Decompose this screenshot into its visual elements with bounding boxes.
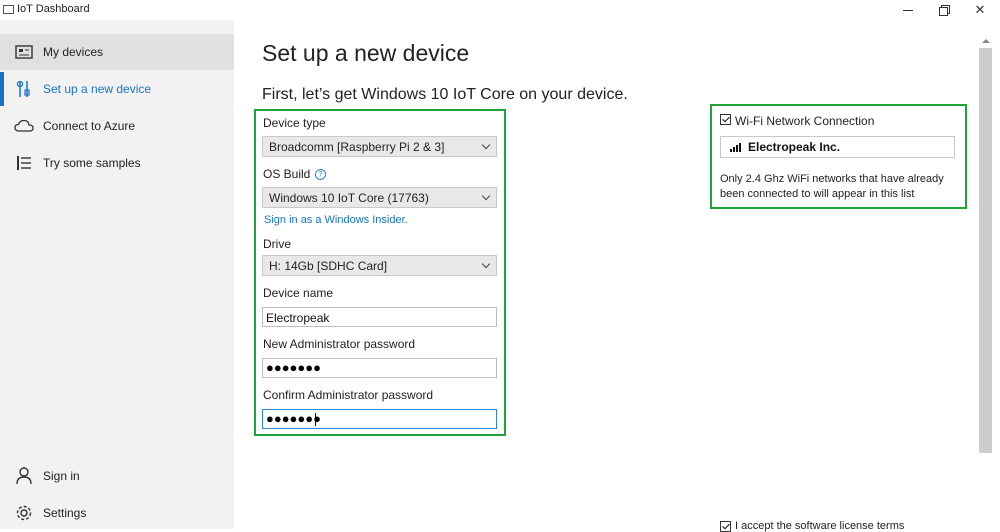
confirm-password-input[interactable]: ●●●●●●● [262,409,497,429]
chevron-down-icon [481,140,491,150]
drive-label: Drive [263,237,292,251]
sidebar: My devices Set up a new device Connect t… [0,20,234,529]
app-icon [3,5,14,14]
wifi-checkbox-label: Wi-Fi Network Connection [735,114,875,128]
person-icon [14,466,34,486]
list-icon [14,153,34,173]
license-label: I accept the software license terms [735,520,905,532]
vertical-scrollbar[interactable] [979,36,993,529]
sidebar-item-label: Set up a new device [43,82,152,96]
scroll-thumb[interactable] [979,48,992,453]
restore-icon [939,5,950,16]
chevron-down-icon [481,259,491,269]
sidebar-item-my-devices[interactable]: My devices [0,34,234,70]
new-password-label: New Administrator password [263,337,416,351]
chevron-down-icon [481,191,491,201]
cloud-icon [14,116,34,136]
checkmark-icon [722,114,730,123]
wifi-network-name: Electropeak Inc. [748,140,841,154]
select-value: Windows 10 IoT Core (17763) [269,191,429,205]
wifi-checkbox[interactable] [720,114,731,125]
password-mask: ●●●●●●● [266,411,321,426]
drive-select[interactable]: H: 14Gb [SDHC Card] [262,255,497,276]
windows-insider-link[interactable]: Sign in as a Windows Insider. [264,214,408,226]
os-build-label: OS Build [263,167,311,181]
input-value: Electropeak [266,311,330,325]
device-name-input[interactable]: Electropeak [262,307,497,327]
select-value: H: 14Gb [SDHC Card] [269,259,388,273]
sidebar-item-setup[interactable]: Set up a new device [0,71,234,107]
os-build-select[interactable]: Windows 10 IoT Core (17763) [262,187,497,208]
sidebar-item-sign-in[interactable]: Sign in [0,458,234,494]
sidebar-item-label: Connect to Azure [43,119,136,133]
password-mask: ●●●●●●● [266,360,321,375]
select-value: Broadcomm [Raspberry Pi 2 & 3] [269,140,445,154]
wifi-network-select[interactable]: Electropeak Inc. [720,136,955,158]
close-icon: ✕ [974,2,986,17]
sidebar-item-samples[interactable]: Try some samples [0,145,234,181]
sidebar-item-azure[interactable]: Connect to Azure [0,108,234,144]
confirm-password-label: Confirm Administrator password [263,388,434,402]
page-title: Set up a new device [262,40,470,66]
wifi-signal-icon [730,143,742,152]
device-type-select[interactable]: Broadcomm [Raspberry Pi 2 & 3] [262,136,497,157]
checkmark-icon [722,521,730,530]
device-type-label: Device type [263,116,326,130]
window-title: IoT Dashboard [17,3,90,15]
tools-icon [14,79,34,99]
title-bar: IoT Dashboard ✕ [0,0,1000,20]
new-password-input[interactable]: ●●●●●●● [262,358,497,378]
wifi-note: Only 2.4 Ghz WiFi networks that have alr… [720,173,944,200]
sidebar-item-label: My devices [43,45,104,59]
sidebar-item-label: Sign in [43,469,80,483]
minimize-button[interactable] [891,0,925,20]
text-caret [315,413,316,426]
gear-icon [14,503,34,523]
license-checkbox[interactable] [720,521,731,532]
device-icon [14,42,34,62]
sidebar-item-label: Settings [43,506,87,520]
minimize-icon [903,9,913,11]
active-indicator [0,72,4,106]
scroll-up-icon[interactable] [982,39,990,43]
sidebar-item-label: Try some samples [43,156,141,170]
device-name-label: Device name [263,286,334,300]
sidebar-item-settings[interactable]: Settings [0,495,234,531]
restore-button[interactable] [927,0,961,20]
help-icon[interactable]: ? [315,169,326,180]
page-subtitle: First, let’s get Windows 10 IoT Core on … [262,86,628,103]
close-button[interactable]: ✕ [963,0,997,20]
